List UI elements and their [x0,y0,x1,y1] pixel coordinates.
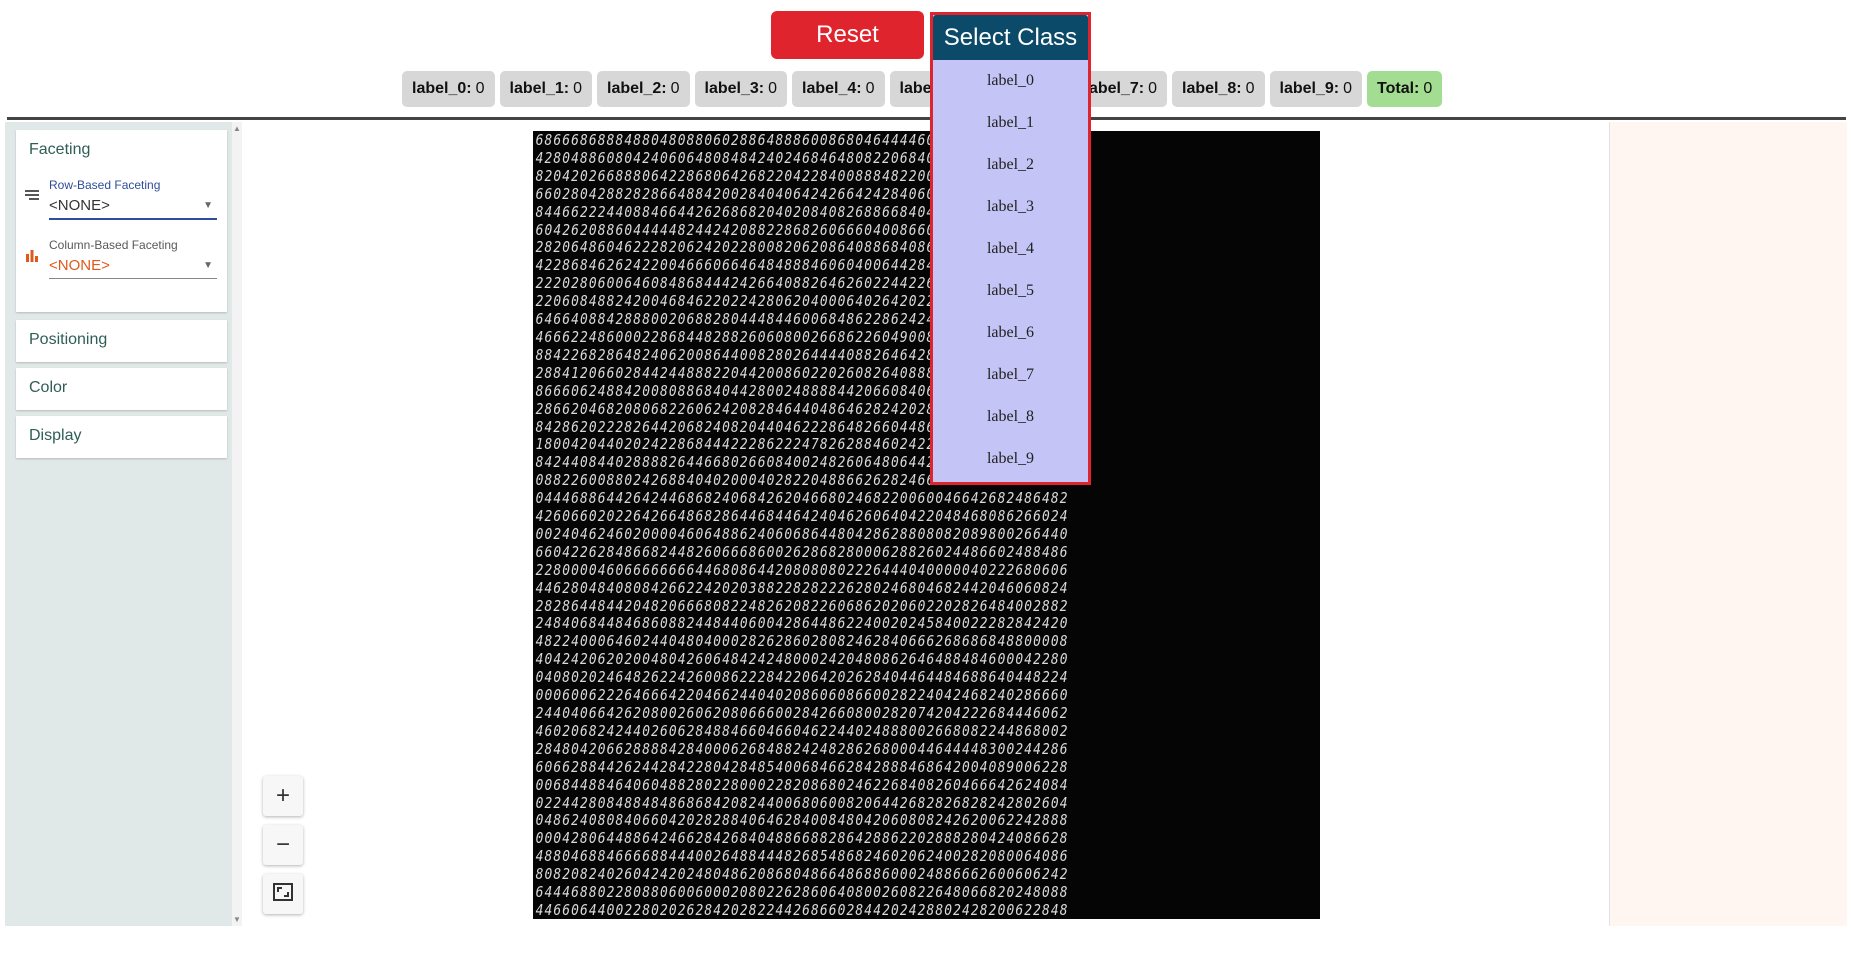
dropdown-option-label-8[interactable]: label_8 [933,396,1088,438]
sidebar: Faceting Row-Based Faceting <NONE> ▼ Col… [5,122,232,926]
header-divider [7,117,1846,120]
faceting-title[interactable]: Faceting [16,130,227,170]
display-title: Display [29,427,82,444]
dropdown-option-label-4[interactable]: label_4 [933,228,1088,270]
reset-button[interactable]: Reset [771,11,924,59]
chevron-down-icon: ▼ [203,260,213,271]
dropdown-option-label-1[interactable]: label_1 [933,102,1088,144]
zoom-out-button[interactable]: − [263,825,303,865]
bar-chart-icon [25,248,39,265]
label-count-4: label_4: 0 [792,71,885,107]
label-count-8: label_8: 0 [1172,71,1265,107]
zoom-in-button[interactable]: + [263,776,303,816]
scroll-down-icon[interactable]: ▼ [233,915,241,924]
plus-icon: + [275,782,290,809]
row-facet-select[interactable]: <NONE> ▼ [49,194,217,220]
label-count-3: label_3: 0 [694,71,787,107]
positioning-title: Positioning [29,331,108,348]
positioning-panel[interactable]: Positioning [16,320,227,362]
dropdown-option-label-6[interactable]: label_6 [933,312,1088,354]
col-facet-select[interactable]: <NONE> ▼ [49,254,217,279]
color-panel[interactable]: Color [16,368,227,410]
dropdown-option-label-9[interactable]: label_9 [933,438,1088,480]
label-count-0: label_0: 0 [402,71,495,107]
fit-screen-icon [273,880,293,908]
label-counts-bar: label_0: 0 label_1: 0 label_2: 0 label_3: 0 … [402,71,1443,107]
col-facet-label: Column-Based Faceting [49,238,178,252]
total-count: Total: 0 [1367,71,1443,107]
chevron-down-icon: ▼ [203,200,213,211]
display-panel[interactable]: Display [16,416,227,458]
select-class-dropdown[interactable]: Select Class label_0 label_1 label_2 lab… [930,12,1091,485]
dropdown-option-label-7[interactable]: label_7 [933,354,1088,396]
row-facet-value: <NONE> [49,197,110,214]
right-panel [1609,122,1847,926]
faceting-panel: Faceting Row-Based Faceting <NONE> ▼ Col… [16,130,227,312]
row-facet-label: Row-Based Faceting [49,178,161,192]
rows-icon [25,188,39,204]
label-count-2: label_2: 0 [597,71,690,107]
col-facet-row: Column-Based Faceting <NONE> ▼ [16,230,227,290]
select-class-button[interactable]: Select Class [933,15,1088,60]
dropdown-option-label-2[interactable]: label_2 [933,144,1088,186]
mnist-image-grid[interactable]: 6866686888488048088060288648886008680464… [533,131,1320,919]
label-count-9: label_9: 0 [1269,71,1362,107]
scroll-up-icon[interactable]: ▲ [233,124,241,133]
dropdown-option-label-5[interactable]: label_5 [933,270,1088,312]
row-facet-row: Row-Based Faceting <NONE> ▼ [16,170,227,230]
minus-icon: − [275,831,290,858]
mnist-digits: 6866686888488048088060288648886008680464… [535,131,1069,919]
color-title: Color [29,379,68,396]
sidebar-scrollbar[interactable]: ▲ ▼ [232,122,242,926]
fit-screen-button[interactable] [263,874,303,914]
dropdown-option-label-0[interactable]: label_0 [933,60,1088,102]
dropdown-option-label-3[interactable]: label_3 [933,186,1088,228]
label-count-1: label_1: 0 [499,71,592,107]
col-facet-value: <NONE> [49,257,110,274]
